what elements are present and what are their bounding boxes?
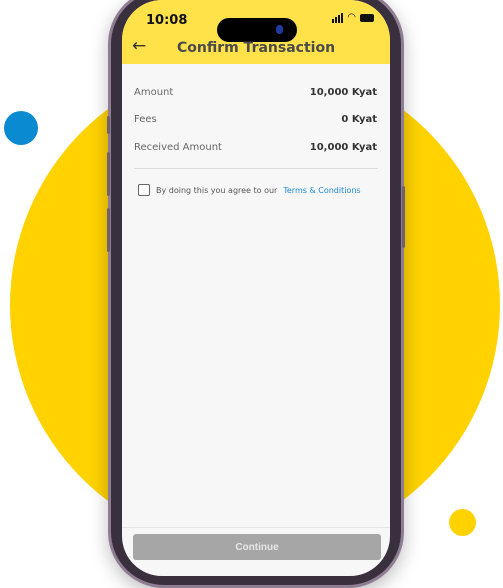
terms-text: By doing this you agree to our <box>156 185 278 195</box>
amount-value: 10,000 Kyat <box>309 87 377 98</box>
battery-icon <box>360 14 374 22</box>
wifi-icon: ◠ <box>347 12 356 23</box>
footer-divider <box>122 527 390 528</box>
terms-link[interactable]: Terms & Conditions <box>283 186 360 195</box>
terms-checkbox[interactable] <box>138 184 150 196</box>
phone-volume-up-button <box>107 152 110 196</box>
status-icons: ◠ <box>332 13 374 23</box>
phone-side-button <box>107 116 110 134</box>
app-header: 10:08 ◠ ← Confirm Transaction <box>122 0 390 64</box>
phone-volume-down-button <box>107 208 110 252</box>
dynamic-island <box>217 18 297 42</box>
detail-row-amount: Amount 10,000 Kyat <box>134 87 377 98</box>
continue-button[interactable]: Continue <box>133 534 381 560</box>
decorative-blue-dot <box>4 111 38 145</box>
terms-agreement: By doing this you agree to our Terms & C… <box>138 184 361 196</box>
camera-indicator-icon <box>276 25 283 34</box>
signal-icon <box>332 13 344 23</box>
fees-label: Fees <box>134 114 157 125</box>
fees-value: 0 Kyat <box>341 114 377 125</box>
status-time: 10:08 <box>146 13 188 28</box>
received-amount-value: 10,000 Kyat <box>309 142 377 153</box>
details-divider <box>134 168 378 169</box>
detail-row-received-amount: Received Amount 10,000 Kyat <box>134 142 377 153</box>
decorative-yellow-dot <box>449 509 476 536</box>
app-screen: 10:08 ◠ ← Confirm Transaction Amount 10,… <box>122 0 390 576</box>
amount-label: Amount <box>134 87 174 98</box>
page-title: Confirm Transaction <box>176 40 336 56</box>
received-amount-label: Received Amount <box>134 142 222 153</box>
phone-power-button <box>402 186 405 248</box>
detail-row-fees: Fees 0 Kyat <box>134 114 377 125</box>
